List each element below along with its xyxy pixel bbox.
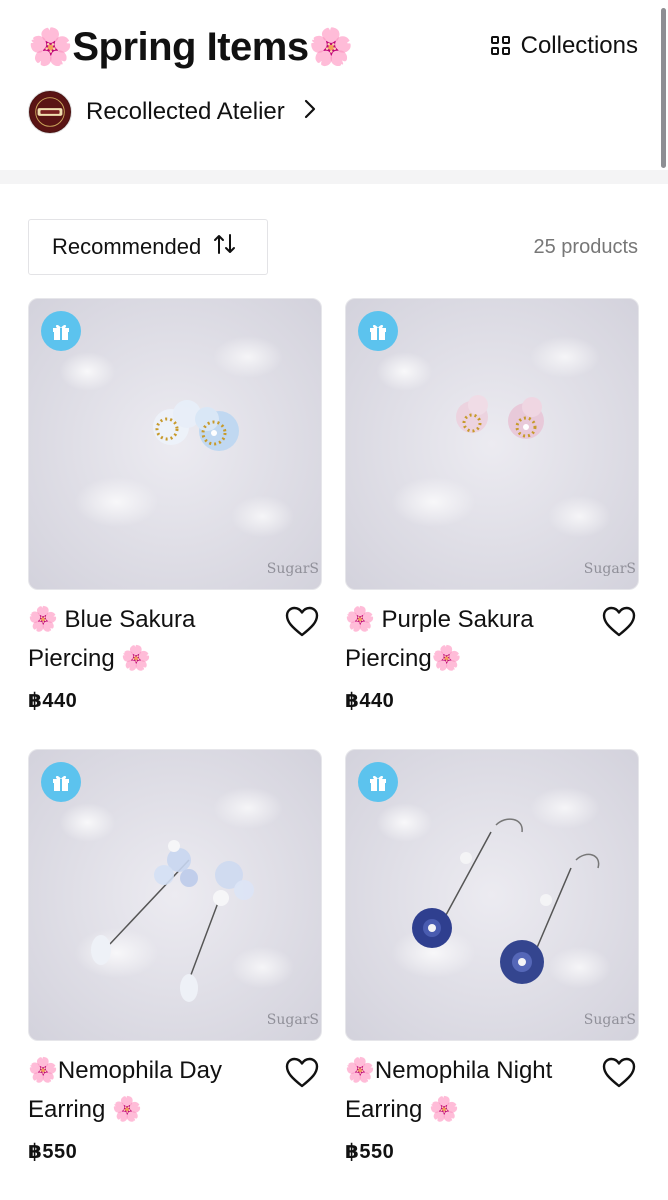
gift-badge [41,762,81,802]
collections-label: Collections [520,32,638,59]
product-name-line: 🌸Nemophila Day [28,1057,222,1084]
product-price: ฿550 [28,1141,78,1163]
gift-icon [53,775,69,791]
collections-button[interactable]: Collections [490,32,638,60]
product-name[interactable]: 🌸Nemophila Day Earring 🌸 [28,1051,268,1129]
gift-icon [370,324,386,340]
heart-icon[interactable] [601,604,637,640]
shop-avatar [28,90,72,134]
product-name-line: 🌸 Blue Sakura [28,606,196,633]
product-card[interactable]: SugarS 🌸 Blue Sakura Piercing 🌸 ฿440 [28,298,322,713]
product-card[interactable]: SugarS 🌸Nemophila Day Earring 🌸 ฿550 [28,749,322,1164]
sort-label: Recommended [52,234,202,259]
shop-name: Recollected Atelier [86,98,285,125]
sort-button[interactable]: Recommended [28,219,268,275]
heart-icon[interactable] [284,604,320,640]
page-title: 🌸 Spring Items 🌸 [28,22,353,72]
scrollbar[interactable] [661,8,666,168]
product-name[interactable]: 🌸 Purple Sakura Piercing🌸 [345,600,585,678]
chevron-right-icon [303,98,317,126]
product-card[interactable]: SugarS 🌸 Purple Sakura Piercing🌸 ฿440 [345,298,639,713]
gift-badge [41,311,81,351]
watermark: SugarS [266,561,319,577]
product-price: ฿440 [28,690,78,712]
product-toolbar: Recommended 25 products [0,184,668,294]
page-title-text: Spring Items [72,25,309,69]
product-name-line: 🌸Nemophila Night [345,1057,553,1084]
product-name-line: Piercing🌸 [345,645,462,672]
product-name-line: Earring 🌸 [28,1096,142,1123]
gift-icon [370,775,386,791]
heart-icon[interactable] [284,1055,320,1091]
watermark: SugarS [583,1012,636,1028]
sort-arrows-icon [213,233,237,261]
product-name-line: Piercing 🌸 [28,645,152,672]
product-card[interactable]: SugarS 🌸Nemophila Night Earring 🌸 ฿550 [345,749,639,1164]
product-price: ฿550 [345,1141,395,1163]
product-image[interactable]: SugarS [345,749,639,1041]
gift-badge [358,311,398,351]
product-name[interactable]: 🌸Nemophila Night Earring 🌸 [345,1051,585,1129]
product-image[interactable]: SugarS [28,298,322,590]
shop-link[interactable]: Recollected Atelier [28,90,317,134]
product-image[interactable]: SugarS [345,298,639,590]
divider [0,170,668,184]
cherry-blossom-icon: 🌸 [28,26,73,67]
product-count: 25 products [533,236,638,258]
page: 🌸 Spring Items 🌸 Collections Recollected… [0,0,668,1200]
cherry-blossom-icon: 🌸 [308,26,354,67]
gift-badge [358,762,398,802]
shop-logo-icon [29,91,71,133]
collection-header: 🌸 Spring Items 🌸 Collections Recollected… [0,0,668,170]
watermark: SugarS [266,1012,319,1028]
grid-icon [490,36,511,56]
product-price: ฿440 [345,690,395,712]
gift-icon [53,324,69,340]
product-name-line: 🌸 Purple Sakura [345,606,534,633]
product-image[interactable]: SugarS [28,749,322,1041]
product-grid: SugarS 🌸 Blue Sakura Piercing 🌸 ฿440 Sug… [28,298,639,1164]
watermark: SugarS [583,561,636,577]
product-name-line: Earring 🌸 [345,1096,459,1123]
product-name[interactable]: 🌸 Blue Sakura Piercing 🌸 [28,600,268,678]
heart-icon[interactable] [601,1055,637,1091]
